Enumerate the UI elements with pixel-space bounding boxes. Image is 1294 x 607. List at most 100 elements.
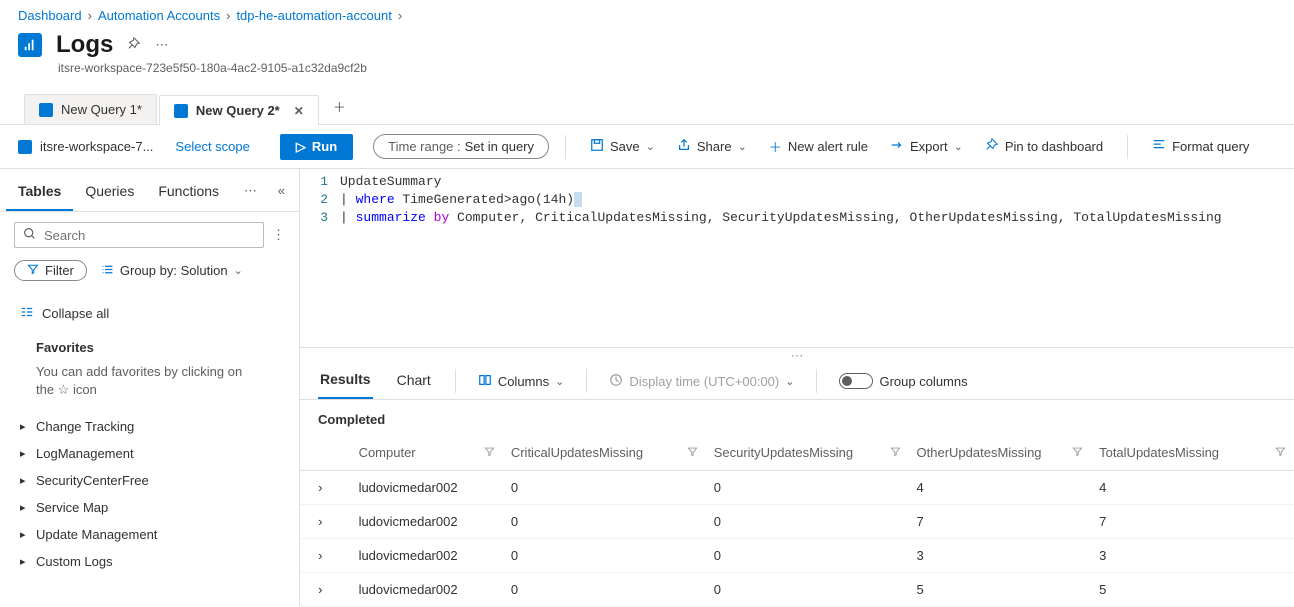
column-header-security[interactable]: SecurityUpdatesMissing (706, 435, 909, 471)
filter-icon[interactable] (890, 445, 901, 460)
export-icon (890, 138, 904, 155)
column-header-total[interactable]: TotalUpdatesMissing (1091, 435, 1294, 471)
breadcrumb-link[interactable]: tdp-he-automation-account (236, 8, 391, 23)
table-row[interactable]: ›ludovicmedar0020055 (300, 573, 1294, 607)
table-row[interactable]: ›ludovicmedar0020033 (300, 539, 1294, 573)
pin-icon[interactable] (127, 37, 141, 54)
chevron-down-icon: ⌄ (954, 140, 963, 153)
new-alert-button[interactable]: ＋ New alert rule (761, 133, 876, 160)
table-row[interactable]: ›ludovicmedar0020044 (300, 471, 1294, 505)
chevron-down-icon: ⌄ (646, 140, 655, 153)
pin-dashboard-button[interactable]: Pin to dashboard (977, 134, 1111, 159)
sidebar-tab-queries[interactable]: Queries (73, 173, 146, 211)
separator (816, 369, 817, 393)
cell-total: 5 (1091, 573, 1294, 607)
breadcrumb-link[interactable]: Dashboard (18, 8, 82, 23)
page-header: Logs ⋯ (0, 27, 1294, 61)
save-button[interactable]: Save ⌄ (582, 134, 663, 159)
expand-row-button[interactable]: › (300, 539, 341, 573)
tree-item-security-center-free[interactable]: ▸SecurityCenterFree (0, 467, 299, 494)
sidebar-tab-tables[interactable]: Tables (6, 173, 73, 211)
expand-row-button[interactable]: › (300, 573, 341, 607)
cell-critical: 0 (503, 539, 706, 573)
select-scope-link[interactable]: Select scope (175, 139, 249, 154)
filter-icon[interactable] (484, 445, 495, 460)
filter-icon[interactable] (1275, 445, 1286, 460)
separator (1127, 135, 1128, 159)
column-header-other[interactable]: OtherUpdatesMissing (909, 435, 1092, 471)
query-tab[interactable]: New Query 1* (24, 94, 157, 124)
separator (586, 369, 587, 393)
query-tab[interactable]: New Query 2* ✕ (159, 95, 319, 125)
time-range-selector[interactable]: Time range : Set in query (373, 134, 549, 159)
workspace-name: itsre-workspace-7... (40, 139, 153, 154)
workspace-selector[interactable]: itsre-workspace-7... (18, 139, 153, 154)
caret-right-icon: ▸ (20, 474, 30, 487)
collapse-all-button[interactable]: Collapse all (0, 291, 299, 332)
table-row[interactable]: ›ludovicmedar0020077 (300, 505, 1294, 539)
logs-icon (18, 33, 42, 57)
sidebar-tab-functions[interactable]: Functions (146, 173, 231, 211)
more-icon[interactable]: ⋮ (272, 227, 285, 243)
separator (455, 369, 456, 393)
tab-label: New Query 2* (196, 103, 280, 118)
cell-critical: 0 (503, 505, 706, 539)
columns-button[interactable]: Columns ⌄ (478, 373, 565, 390)
format-label: Format query (1172, 139, 1249, 154)
columns-icon (478, 373, 492, 390)
collapse-label: Collapse all (42, 306, 109, 321)
workspace-subtitle: itsre-workspace-723e5f50-180a-4ac2-9105-… (0, 61, 1294, 75)
tree-item-custom-logs[interactable]: ▸Custom Logs (0, 548, 299, 575)
kql-editor[interactable]: 1UpdateSummary 2| where TimeGenerated>ag… (300, 169, 1294, 347)
filter-button[interactable]: Filter (14, 260, 87, 281)
filter-icon[interactable] (687, 445, 698, 460)
share-button[interactable]: Share ⌄ (669, 134, 755, 159)
tree-item-update-management[interactable]: ▸Update Management (0, 521, 299, 548)
collapse-panel-icon[interactable]: « (270, 173, 293, 211)
display-time-selector[interactable]: Display time (UTC+00:00) ⌄ (609, 373, 794, 390)
group-by-selector[interactable]: Group by: Solution ⌄ (101, 263, 243, 279)
caret-right-icon: ▸ (20, 447, 30, 460)
run-button[interactable]: ▷ Run (280, 134, 353, 160)
more-icon[interactable]: ⋯ (236, 173, 265, 211)
cell-computer: ludovicmedar002 (341, 471, 503, 505)
expand-row-button[interactable]: › (300, 471, 341, 505)
add-tab-button[interactable]: ＋ (321, 89, 358, 124)
chevron-down-icon: ⌄ (738, 140, 747, 153)
cell-total: 7 (1091, 505, 1294, 539)
column-header-computer[interactable]: Computer (341, 435, 503, 471)
cell-other: 7 (909, 505, 1092, 539)
separator (565, 135, 566, 159)
expand-row-button[interactable]: › (300, 505, 341, 539)
expand-column-header (300, 435, 341, 471)
format-query-button[interactable]: Format query (1144, 134, 1257, 159)
export-button[interactable]: Export ⌄ (882, 134, 971, 159)
column-header-critical[interactable]: CriticalUpdatesMissing (503, 435, 706, 471)
logs-icon (39, 103, 53, 117)
search-input[interactable] (14, 222, 264, 248)
results-tab-results[interactable]: Results (318, 363, 373, 399)
query-toolbar: itsre-workspace-7... Select scope ▷ Run … (0, 125, 1294, 169)
filter-icon[interactable] (1072, 445, 1083, 460)
cell-other: 5 (909, 573, 1092, 607)
breadcrumb: Dashboard › Automation Accounts › tdp-he… (0, 0, 1294, 27)
pin-icon (985, 138, 999, 155)
tree-item-change-tracking[interactable]: ▸Change Tracking (0, 413, 299, 440)
tab-label: New Query 1* (61, 102, 142, 117)
time-range-value: Set in query (465, 139, 534, 154)
cell-total: 3 (1091, 539, 1294, 573)
close-icon[interactable]: ✕ (294, 104, 304, 118)
search-field[interactable] (44, 228, 255, 243)
drag-handle-icon[interactable]: ⋯ (300, 347, 1294, 357)
tree-item-service-map[interactable]: ▸Service Map (0, 494, 299, 521)
tree-item-log-management[interactable]: ▸LogManagement (0, 440, 299, 467)
group-columns-toggle[interactable]: Group columns (839, 373, 967, 389)
breadcrumb-link[interactable]: Automation Accounts (98, 8, 220, 23)
time-range-label: Time range : (388, 139, 461, 154)
clock-icon (609, 373, 623, 390)
results-tab-chart[interactable]: Chart (395, 364, 433, 398)
search-icon (23, 227, 36, 243)
more-icon[interactable]: ⋯ (155, 37, 168, 53)
cell-security: 0 (706, 505, 909, 539)
cell-critical: 0 (503, 573, 706, 607)
